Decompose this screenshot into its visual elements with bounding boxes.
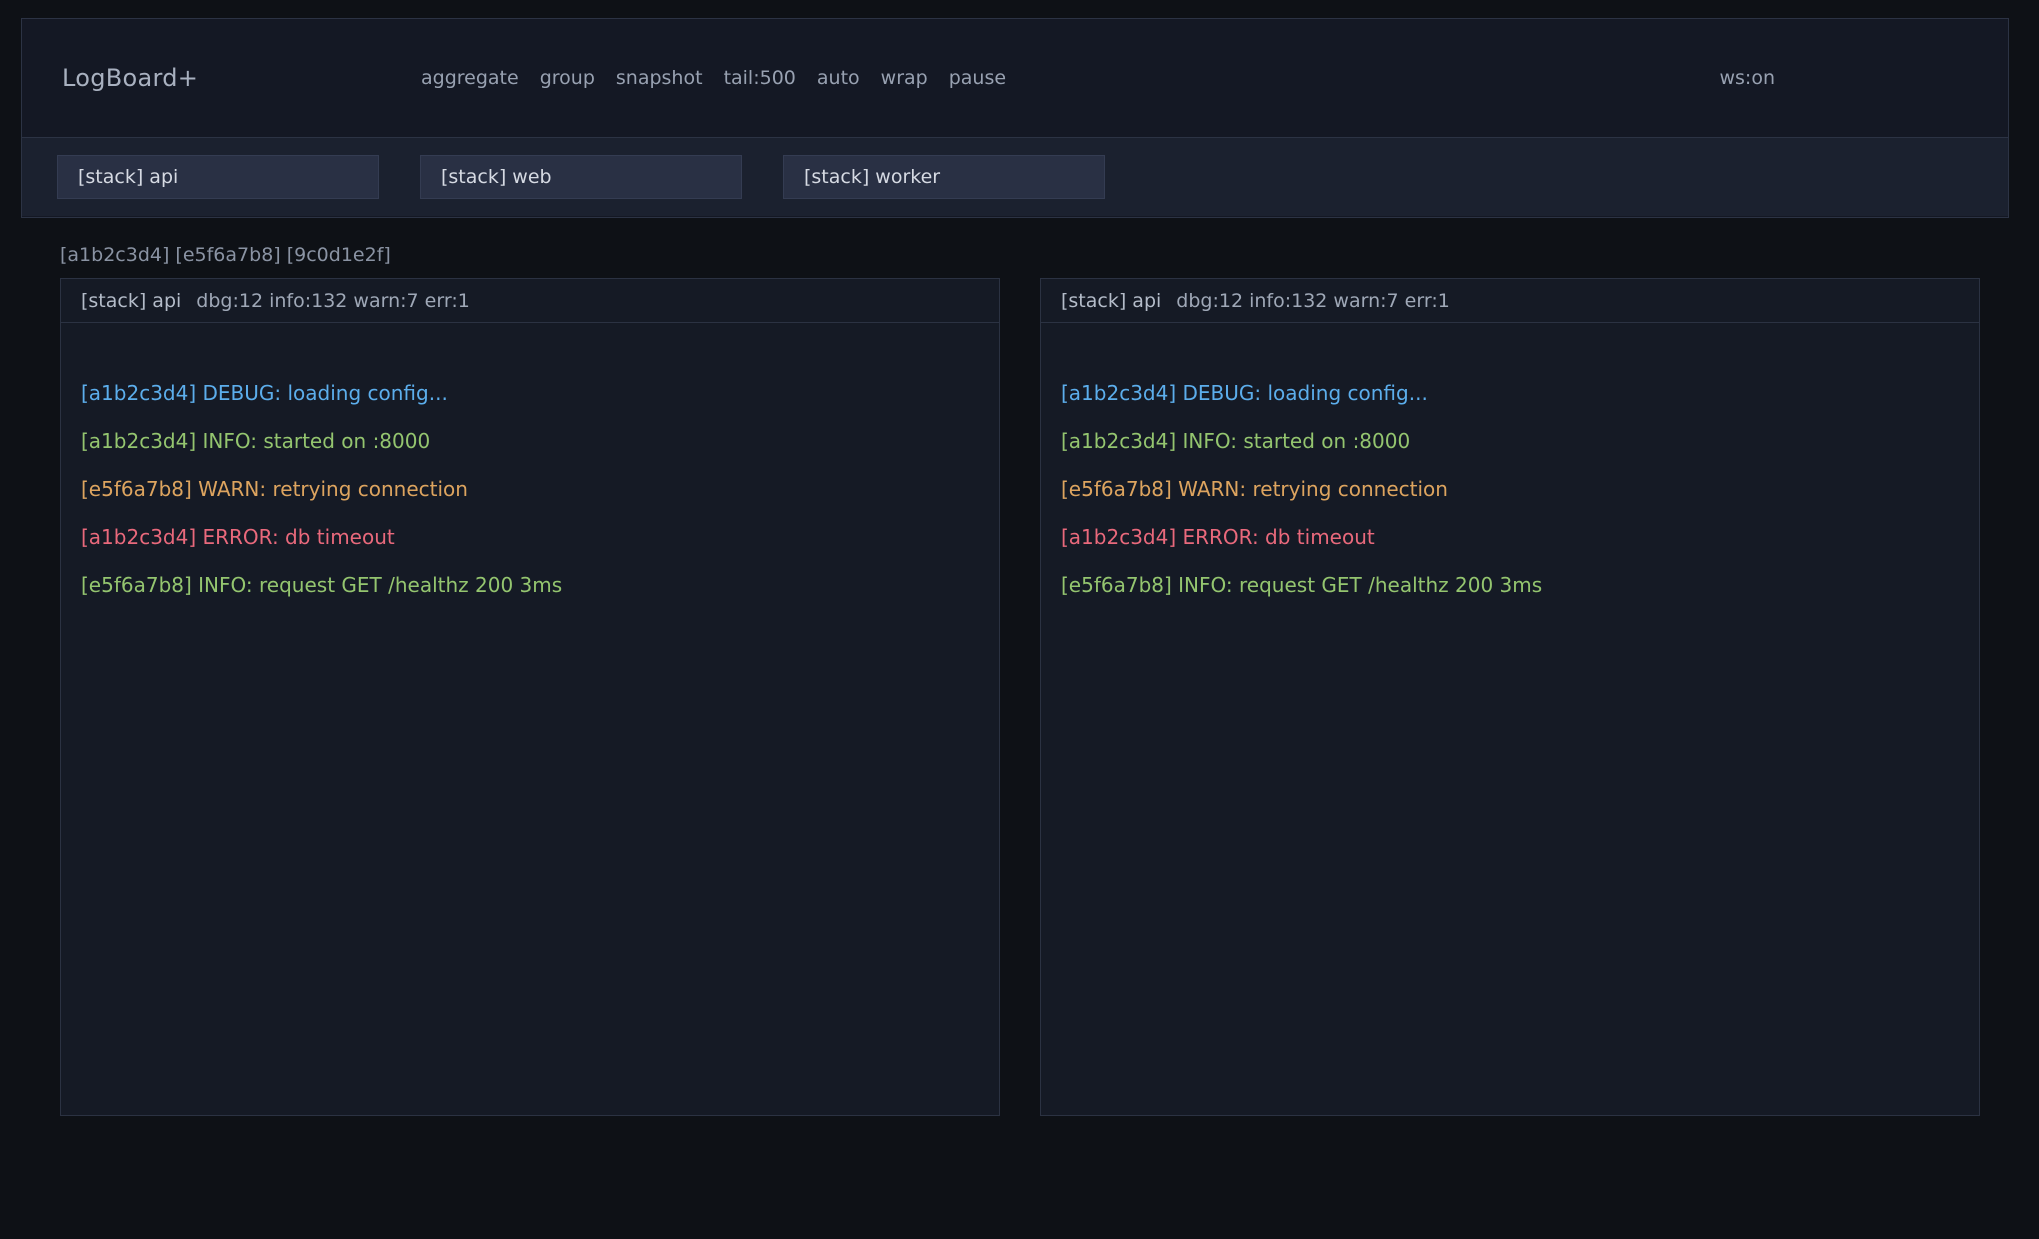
panel-header: [stack] api dbg:12 info:132 warn:7 err:1	[1041, 279, 1979, 323]
panel-title: [stack] api	[81, 290, 181, 312]
stack-tab-api[interactable]: [stack] api	[57, 155, 379, 199]
log-line: [a1b2c3d4] INFO: started on :8000	[1061, 417, 1959, 465]
ws-status-toggle[interactable]: ws:on	[1719, 67, 1775, 89]
toolbar-menu: aggregate group snapshot tail:500 auto w…	[421, 67, 1006, 89]
menu-item-pause[interactable]: pause	[949, 67, 1006, 89]
log-viewport[interactable]: [a1b2c3d4] DEBUG: loading config... [a1b…	[1041, 323, 1979, 1115]
menu-item-aggregate[interactable]: aggregate	[421, 67, 519, 89]
log-line: [a1b2c3d4] ERROR: db timeout	[1061, 513, 1959, 561]
stack-tab-worker[interactable]: [stack] worker	[783, 155, 1105, 199]
menu-item-wrap[interactable]: wrap	[881, 67, 928, 89]
logboard-app: { "app": { "title": "LogBoard+", "ws_sta…	[0, 0, 2039, 1239]
log-panel-left: [stack] api dbg:12 info:132 warn:7 err:1…	[60, 278, 1000, 1116]
panel-level-counts: dbg:12 info:132 warn:7 err:1	[196, 290, 470, 312]
stack-tabs-row: [stack] api [stack] web [stack] worker	[22, 138, 2008, 216]
panel-title: [stack] api	[1061, 290, 1161, 312]
panels-row: [stack] api dbg:12 info:132 warn:7 err:1…	[60, 278, 1980, 1116]
stack-tab-web[interactable]: [stack] web	[420, 155, 742, 199]
log-panel-right: [stack] api dbg:12 info:132 warn:7 err:1…	[1040, 278, 1980, 1116]
log-viewport[interactable]: [a1b2c3d4] DEBUG: loading config... [a1b…	[61, 323, 999, 1115]
menu-item-snapshot[interactable]: snapshot	[616, 67, 703, 89]
log-line: [a1b2c3d4] INFO: started on :8000	[81, 417, 979, 465]
panel-header: [stack] api dbg:12 info:132 warn:7 err:1	[61, 279, 999, 323]
log-line: [e5f6a7b8] INFO: request GET /healthz 20…	[1061, 561, 1959, 609]
log-line: [e5f6a7b8] INFO: request GET /healthz 20…	[81, 561, 979, 609]
menu-item-tail[interactable]: tail:500	[724, 67, 796, 89]
title-row: LogBoard+ aggregate group snapshot tail:…	[22, 19, 2008, 138]
menu-item-group[interactable]: group	[540, 67, 595, 89]
panel-level-counts: dbg:12 info:132 warn:7 err:1	[1176, 290, 1450, 312]
trace-id-list: [a1b2c3d4] [e5f6a7b8] [9c0d1e2f]	[60, 244, 391, 266]
log-line: [e5f6a7b8] WARN: retrying connection	[1061, 465, 1959, 513]
header: LogBoard+ aggregate group snapshot tail:…	[21, 18, 2009, 218]
log-line: [e5f6a7b8] WARN: retrying connection	[81, 465, 979, 513]
log-line: [a1b2c3d4] DEBUG: loading config...	[81, 369, 979, 417]
log-line: [a1b2c3d4] DEBUG: loading config...	[1061, 369, 1959, 417]
menu-item-auto[interactable]: auto	[817, 67, 860, 89]
app-title: LogBoard+	[62, 64, 421, 92]
log-line: [a1b2c3d4] ERROR: db timeout	[81, 513, 979, 561]
